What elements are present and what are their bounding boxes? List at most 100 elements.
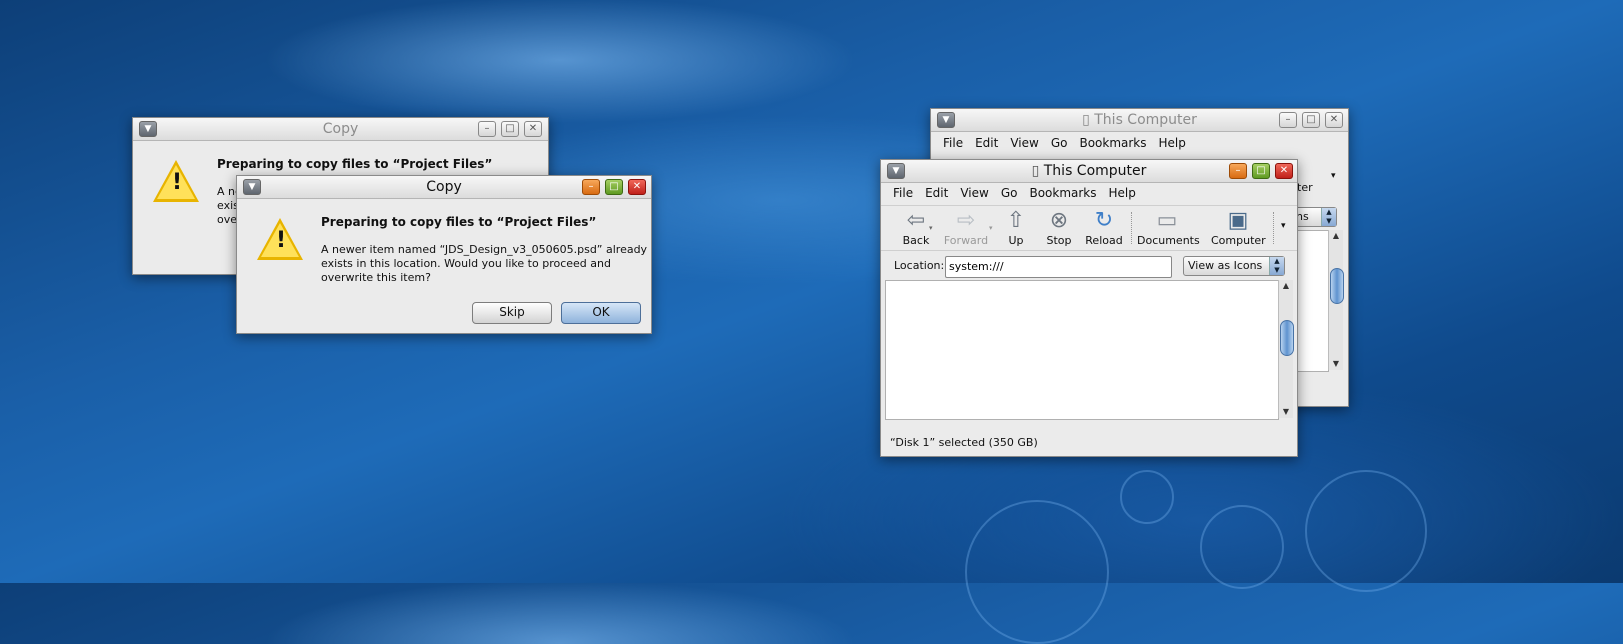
select-arrow-icon: ▲ ▼ (1269, 257, 1284, 275)
location-label: Location: (894, 259, 945, 272)
stop-icon: ⊗ (1049, 208, 1069, 233)
dialog-heading: Preparing to copy files to “Project File… (217, 157, 493, 171)
back-label: Back (902, 234, 930, 247)
browser-titlebar[interactable]: ▼ ▯ This Computer – □ ✕ (931, 109, 1348, 132)
computer-icon: ▣ (1227, 208, 1249, 233)
close-button[interactable]: ✕ (628, 179, 646, 195)
forward-history-icon[interactable]: ▾ (989, 224, 993, 232)
file-browser: ▼ ▯ This Computer – □ ✕ File Edit View G… (880, 159, 1298, 457)
wallpaper-swirl (1200, 505, 1284, 589)
window-menu-icon[interactable]: ▼ (887, 163, 905, 179)
window-title: This Computer (1094, 112, 1197, 128)
window-title: Copy (426, 179, 462, 195)
back-history-icon[interactable]: ▾ (929, 224, 933, 232)
maximize-button[interactable]: □ (1252, 163, 1270, 179)
minimize-button[interactable]: – (1229, 163, 1247, 179)
browser-titlebar[interactable]: ▼ ▯ This Computer – □ ✕ (881, 160, 1297, 183)
dialog-heading: Preparing to copy files to “Project File… (321, 215, 597, 229)
back-arrow-icon: ⇦ (906, 208, 926, 233)
documents-label: Documents (1137, 234, 1200, 247)
menu-view[interactable]: View (954, 182, 994, 204)
toolbar-overflow-icon[interactable]: ▾ (1281, 221, 1286, 231)
menu-go[interactable]: Go (1045, 132, 1074, 154)
menu-help[interactable]: Help (1153, 132, 1192, 154)
up-arrow-icon: ⇧ (1006, 208, 1026, 233)
wallpaper-swirl (1305, 470, 1427, 592)
dialog-body-line: exists in this location. Would you like … (321, 257, 611, 270)
maximize-button[interactable]: □ (605, 179, 623, 195)
scroll-up-icon[interactable]: ▲ (1329, 230, 1343, 242)
minimize-button[interactable]: – (582, 179, 600, 195)
stop-label: Stop (1046, 234, 1072, 247)
copy-dialog: ▼ Copy – □ ✕ ! Preparing to copy files t… (236, 175, 652, 334)
forward-arrow-icon: ⇨ (956, 208, 976, 233)
warning-icon: ! (153, 160, 199, 202)
menu-file[interactable]: File (937, 132, 969, 154)
vertical-scrollbar[interactable]: ▲ ▼ (1278, 280, 1294, 418)
dialog-body-line: ove (217, 213, 238, 226)
reload-icon: ↻ (1094, 208, 1114, 233)
location-input[interactable] (945, 256, 1172, 278)
window-menu-icon[interactable]: ▼ (139, 121, 157, 137)
skip-button[interactable]: Skip (472, 302, 552, 324)
window-title: Copy (322, 121, 359, 137)
close-button[interactable]: ✕ (524, 121, 542, 137)
select-arrow-icon: ▲ ▼ (1321, 208, 1336, 226)
window-menu-icon[interactable]: ▼ (937, 112, 955, 128)
reload-label: Reload (1085, 234, 1123, 247)
vertical-scrollbar[interactable]: ▲ ▼ (1328, 230, 1344, 370)
back-button[interactable]: ⇦ Back (899, 208, 933, 247)
menu-help[interactable]: Help (1103, 182, 1142, 204)
minimize-button[interactable]: – (1279, 112, 1297, 128)
menu-bookmarks[interactable]: Bookmarks (1023, 182, 1102, 204)
view-mode-value: View as Icons (1188, 259, 1263, 272)
wallpaper-swirl (1120, 470, 1174, 524)
content-area[interactable] (1297, 230, 1329, 372)
menu-bookmarks[interactable]: Bookmarks (1073, 132, 1152, 154)
scroll-thumb[interactable] (1330, 268, 1344, 304)
up-button[interactable]: ⇧ Up (1003, 208, 1029, 247)
warning-icon: ! (257, 218, 303, 260)
toolbar-separator (1273, 212, 1275, 244)
view-mode-select[interactable]: View as Icons ▲ ▼ (1183, 256, 1285, 276)
toolbar-separator (1131, 212, 1133, 244)
stop-button[interactable]: ⊗ Stop (1044, 208, 1074, 247)
status-bar: “Disk 1” selected (350 GB) (890, 436, 1038, 449)
ok-button[interactable]: OK (561, 302, 641, 324)
computer-label: Computer (1211, 234, 1266, 247)
maximize-button[interactable]: □ (501, 121, 519, 137)
reload-button[interactable]: ↻ Reload (1084, 208, 1124, 247)
up-label: Up (1008, 234, 1024, 247)
maximize-button[interactable]: □ (1302, 112, 1320, 128)
toolbar-overflow-icon[interactable]: ▾ (1331, 171, 1336, 181)
menu-bar: File Edit View Go Bookmarks Help (931, 132, 1348, 154)
scroll-down-icon[interactable]: ▼ (1279, 406, 1293, 418)
dialog-titlebar[interactable]: ▼ Copy – □ ✕ (133, 118, 548, 141)
menu-go[interactable]: Go (995, 182, 1024, 204)
menu-view[interactable]: View (1004, 132, 1044, 154)
dialog-titlebar[interactable]: ▼ Copy – □ ✕ (237, 176, 651, 199)
window-menu-icon[interactable]: ▼ (243, 179, 261, 195)
scroll-up-icon[interactable]: ▲ (1279, 280, 1293, 292)
computer-button[interactable]: ▣ Computer (1211, 208, 1266, 247)
close-button[interactable]: ✕ (1325, 112, 1343, 128)
forward-button[interactable]: ⇨ Forward (943, 208, 989, 247)
scroll-thumb[interactable] (1280, 320, 1294, 356)
wallpaper-swirl (965, 500, 1109, 644)
menu-bar: File Edit View Go Bookmarks Help (881, 182, 1297, 204)
dialog-body-line: A newer item named “JDS_Design_v3_050605… (321, 243, 648, 256)
dialog-body-line: overwrite this item? (321, 271, 431, 284)
folder-icon: ▭ (1156, 208, 1178, 233)
minimize-button[interactable]: – (478, 121, 496, 137)
documents-button[interactable]: ▭ Documents (1137, 208, 1200, 247)
forward-label: Forward (943, 234, 989, 247)
close-button[interactable]: ✕ (1275, 163, 1293, 179)
menu-file[interactable]: File (887, 182, 919, 204)
content-area[interactable] (885, 280, 1279, 420)
menu-edit[interactable]: Edit (969, 132, 1004, 154)
scroll-down-icon[interactable]: ▼ (1329, 358, 1343, 370)
toolbar-label-fragment[interactable]: ter (1297, 181, 1313, 194)
menu-edit[interactable]: Edit (919, 182, 954, 204)
document-icon: ▯ (1082, 112, 1090, 128)
toolbar: ⇦ Back ▾ ⇨ Forward ▾ ⇧ Up ⊗ Stop ↻ Reloa… (881, 205, 1297, 251)
